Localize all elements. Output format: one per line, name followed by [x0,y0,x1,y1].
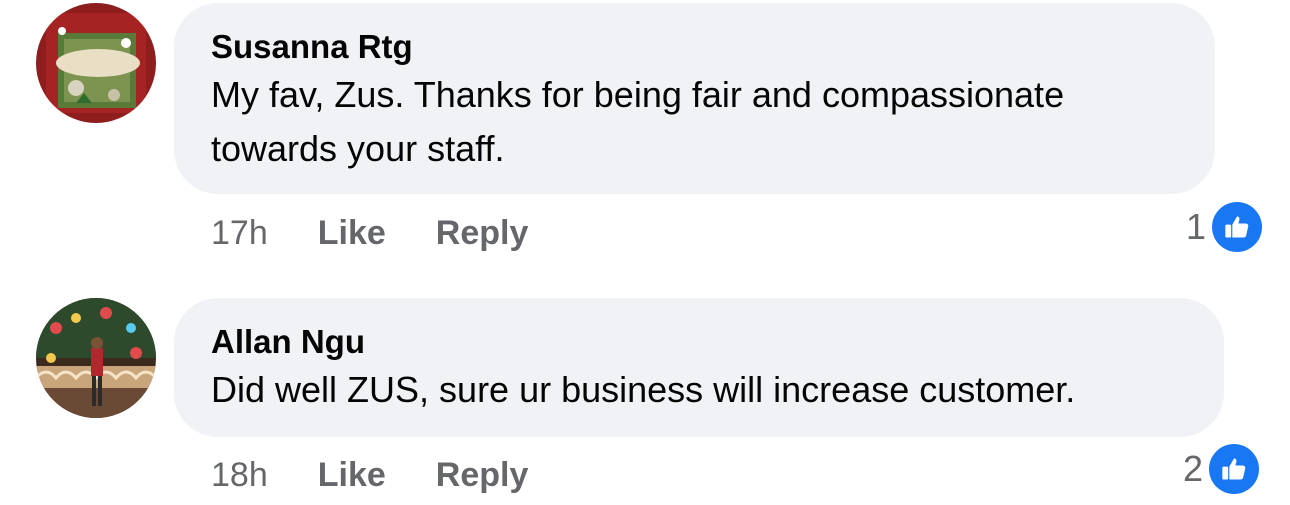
comment-author[interactable]: Susanna Rtg [211,27,1179,67]
reaction-summary[interactable]: 2 [1183,444,1260,494]
reply-button[interactable]: Reply [436,214,529,253]
comment-timestamp[interactable]: 18h [211,456,268,495]
comment-text: Did well ZUS, sure ur business will incr… [211,369,1076,410]
reaction-count: 2 [1183,448,1204,489]
thumbs-up-icon [1212,202,1263,252]
avatar[interactable] [36,298,156,418]
reaction-summary[interactable]: 1 [1186,202,1263,252]
comment-author[interactable]: Allan Ngu [211,322,1188,362]
comment-bubble: Allan Ngu Did well ZUS, sure ur business… [174,298,1224,437]
like-button[interactable]: Like [318,214,386,253]
reaction-count: 1 [1186,206,1207,247]
reply-button[interactable]: Reply [436,456,529,495]
thumbs-up-icon [1209,444,1260,494]
comment-bubble: Susanna Rtg My fav, Zus. Thanks for bein… [174,3,1215,194]
like-button[interactable]: Like [318,456,386,495]
comment-actions: 18h Like Reply [211,452,528,498]
avatar[interactable] [36,3,156,123]
comment-actions: 17h Like Reply [211,210,528,256]
comment-text: My fav, Zus. Thanks for being fair and c… [211,74,1065,169]
comment-timestamp[interactable]: 17h [211,214,268,253]
